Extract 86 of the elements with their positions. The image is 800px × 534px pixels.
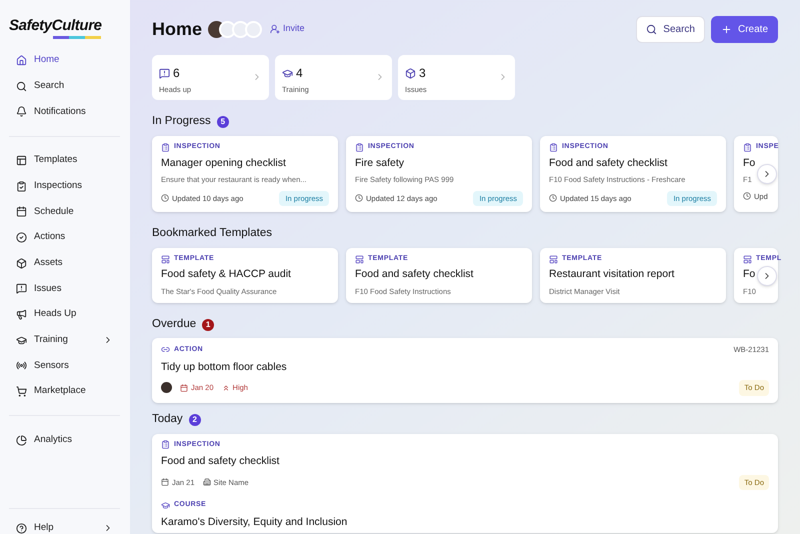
clipboard-icon <box>161 142 170 152</box>
check-circle-icon <box>16 232 27 243</box>
logo-underline-icon <box>53 36 101 38</box>
nav-item[interactable]: Assets <box>9 250 120 276</box>
graduation-cap-icon <box>16 334 27 346</box>
alert-bubble-icon <box>16 283 27 294</box>
logo[interactable]: SafetyCulture <box>9 15 102 38</box>
nav-item[interactable]: Inspections <box>9 173 120 199</box>
item-title: Restaurant visitation report <box>549 267 674 282</box>
cube-icon <box>405 68 416 78</box>
help-icon <box>16 522 27 534</box>
pie-chart-icon <box>16 434 27 446</box>
nav-item[interactable]: Search <box>9 73 120 99</box>
layout-icon <box>355 254 364 264</box>
search-icon <box>646 24 658 34</box>
clock-icon <box>355 194 363 202</box>
section-title: In Progress <box>152 114 211 129</box>
bell-icon <box>16 106 27 118</box>
create-button[interactable]: Create <box>710 16 778 42</box>
nav-item[interactable]: Training <box>9 327 120 354</box>
nav-item[interactable]: Heads Up <box>9 302 120 328</box>
search-icon <box>16 80 27 92</box>
count-badge: 1 <box>202 318 214 331</box>
layout-icon <box>549 254 558 264</box>
nav-item[interactable]: Analytics <box>9 427 120 454</box>
graduation-cap-icon <box>161 500 170 510</box>
nav-item[interactable]: Templates <box>9 148 120 174</box>
item-title: Tidy up bottom floor cables <box>161 360 288 374</box>
section-title: Overdue <box>152 317 196 332</box>
nav-item[interactable]: Marketplace <box>9 378 120 404</box>
signal-icon <box>16 360 27 372</box>
stat-value: 4 <box>296 65 303 82</box>
avatar <box>161 382 172 394</box>
graduation-cap-icon <box>282 68 293 78</box>
link-icon <box>161 345 170 354</box>
double-chevron-icon <box>222 384 230 392</box>
nav-item[interactable]: Sensors <box>9 353 120 379</box>
calendar-icon <box>161 478 169 486</box>
search-button[interactable]: Search <box>636 16 705 42</box>
clipboard-icon <box>16 180 27 192</box>
item-title: Manager opening checklist <box>161 156 286 170</box>
plus-icon <box>720 24 732 34</box>
count-badge: 2 <box>188 414 201 426</box>
item-title: Fire safety <box>355 156 404 170</box>
megaphone-icon <box>16 309 27 320</box>
next-button[interactable] <box>757 164 777 184</box>
cube-icon <box>16 258 27 269</box>
clipboard-icon <box>161 440 170 450</box>
home-icon <box>16 54 27 66</box>
add-user-icon <box>270 24 280 34</box>
page-title: Home <box>152 18 202 40</box>
item-title: Karamo's Diversity, Equity and Inclusion <box>161 514 348 530</box>
calendar-icon <box>180 384 188 392</box>
nav-item[interactable]: Issues <box>9 276 120 302</box>
nav-item[interactable]: Actions <box>9 224 120 250</box>
nav-item[interactable]: Notifications <box>9 98 120 125</box>
item-title: Food safety & HACCP audit <box>161 267 291 282</box>
clock-icon <box>743 192 751 200</box>
avatar-placeholder <box>245 20 262 38</box>
item-title: Food and safety checklist <box>161 454 280 469</box>
clipboard-icon <box>743 142 752 152</box>
clipboard-icon <box>549 142 558 152</box>
invite-button[interactable]: Invite <box>270 22 305 36</box>
calendar-icon <box>16 206 27 218</box>
item-title: Fo <box>743 267 756 282</box>
cart-icon <box>16 386 27 398</box>
nav-item[interactable]: Schedule <box>9 198 120 225</box>
section-title: Bookmarked Templates <box>152 226 272 241</box>
clipboard-icon <box>355 142 364 152</box>
clock-icon <box>549 194 557 202</box>
building-icon <box>202 478 211 486</box>
item-title: Fo <box>743 156 756 170</box>
layout-icon <box>161 254 170 264</box>
stat-value: 6 <box>173 65 180 82</box>
next-button[interactable] <box>757 266 777 286</box>
nav-item[interactable]: Home <box>9 48 120 74</box>
layout-icon <box>743 254 752 264</box>
item-title: Food and safety checklist <box>355 267 474 282</box>
clock-icon <box>161 194 169 202</box>
count-badge: 5 <box>216 116 229 128</box>
help-item[interactable]: Help <box>9 522 120 534</box>
layout-icon <box>16 154 27 166</box>
alert-bubble-icon <box>159 68 170 78</box>
section-title: Today <box>152 412 183 428</box>
item-title: Food and safety checklist <box>549 156 668 170</box>
stat-value: 3 <box>419 65 426 82</box>
